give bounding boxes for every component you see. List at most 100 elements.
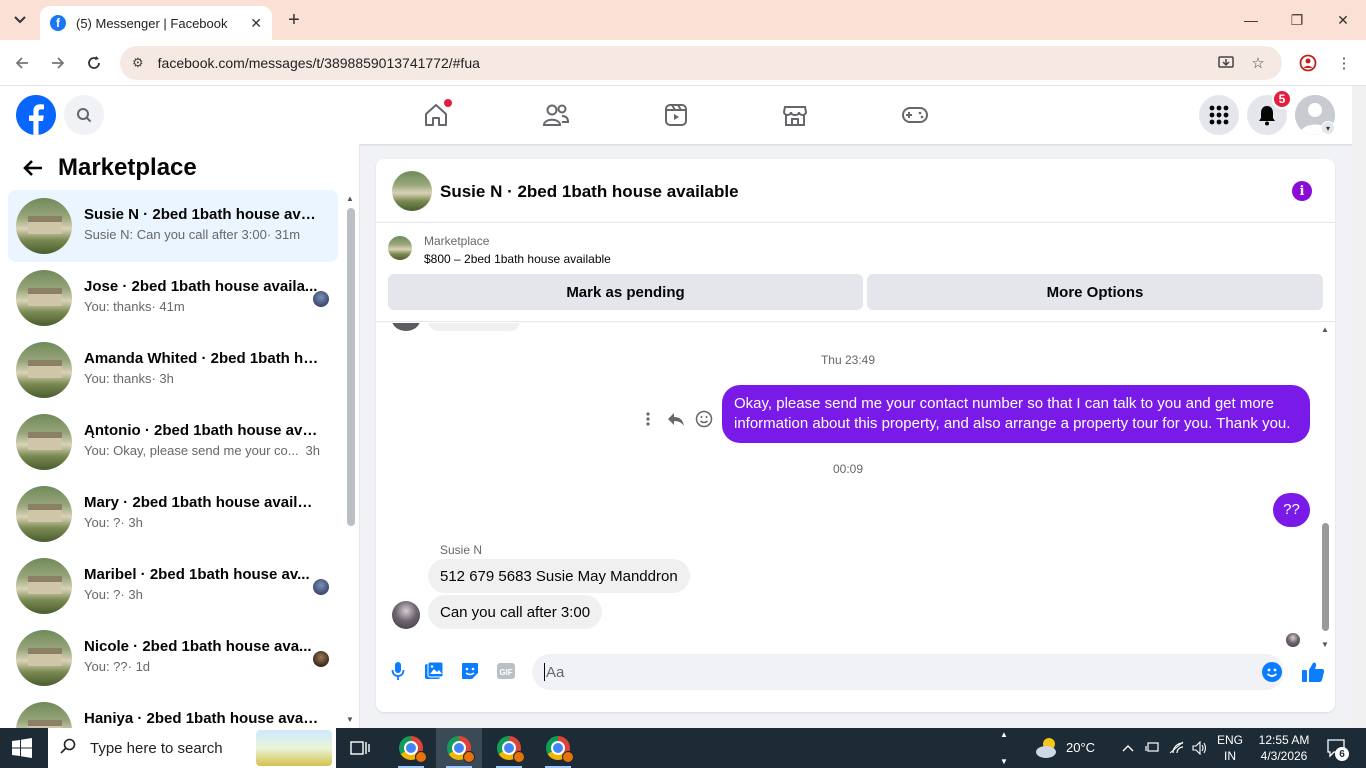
battery-icon[interactable]: [1144, 740, 1160, 756]
friends-icon[interactable]: [540, 99, 572, 131]
wifi-icon[interactable]: [1169, 740, 1185, 756]
weather-temperature[interactable]: 20°C: [1066, 740, 1095, 756]
clock-date: 4/3/2026: [1260, 749, 1308, 763]
outgoing-message[interactable]: ??: [1273, 493, 1310, 527]
action-center-badge: 6: [1335, 747, 1349, 761]
chat-scrollbar[interactable]: ▲ ▼: [1319, 325, 1331, 649]
install-app-icon[interactable]: [1214, 51, 1238, 75]
back-arrow-icon[interactable]: [18, 153, 48, 183]
account-chevron-icon[interactable]: ▾: [1321, 121, 1335, 135]
clock[interactable]: 12:55 AM 4/3/2026: [1252, 732, 1316, 764]
task-view-icon[interactable]: [350, 738, 370, 758]
more-actions-icon[interactable]: [634, 405, 662, 433]
forward-button[interactable]: [46, 51, 70, 75]
marketplace-icon[interactable]: [779, 99, 811, 131]
language-indicator[interactable]: ENG IN: [1214, 732, 1246, 764]
tab-search-chevron-icon[interactable]: [8, 8, 32, 32]
conversation-item[interactable]: Susie N · 2bed 1bath house avail... Susi…: [8, 190, 338, 262]
conversation-item[interactable]: Ąntonio · 2bed 1bath house avai... You: …: [8, 406, 338, 478]
url-text: facebook.com/messages/t/3898859013741772…: [157, 55, 480, 71]
react-emoji-icon[interactable]: [690, 405, 718, 433]
listing-thumbnail[interactable]: [388, 236, 412, 260]
sidebar-header: Marketplace: [0, 144, 359, 192]
mark-as-pending-button[interactable]: Mark as pending: [388, 274, 863, 310]
chrome-taskbar-icon[interactable]: [535, 728, 581, 768]
scroll-up-icon[interactable]: ▲: [1321, 325, 1329, 334]
conversation-name: Nicole · 2bed 1bath house ava...: [84, 638, 312, 655]
facebook-favicon-icon: f: [50, 15, 66, 31]
conversation-item[interactable]: Haniya · 2bed 1bath house avail...: [8, 694, 338, 728]
conversation-item[interactable]: Amanda Whited · 2bed 1bath ho... You: th…: [8, 334, 338, 406]
volume-icon[interactable]: [1192, 740, 1208, 756]
listing-thumbnail: [16, 702, 72, 728]
tab-close-icon[interactable]: ✕: [250, 15, 262, 32]
incoming-message[interactable]: Can you call after 3:00: [428, 595, 603, 629]
seen-avatar: [313, 651, 329, 667]
scroll-down-icon[interactable]: ▼: [346, 715, 354, 724]
windows-start-icon[interactable]: [12, 738, 32, 758]
restore-button[interactable]: ❐: [1282, 8, 1312, 32]
emoji-picker-icon[interactable]: [1262, 662, 1282, 682]
incoming-message[interactable]: 512 679 5683 Susie May Manddron: [428, 559, 690, 593]
more-options-button[interactable]: More Options: [867, 274, 1323, 310]
browser-menu-icon[interactable]: ⋮: [1332, 51, 1356, 75]
conversation-time: 3h: [305, 443, 320, 458]
taskbar-scroll-chevrons[interactable]: ▲ ▼: [998, 728, 1010, 768]
gaming-icon[interactable]: [899, 99, 931, 131]
page-scrollbar[interactable]: [1352, 86, 1366, 728]
browser-tab[interactable]: f (5) Messenger | Facebook ✕: [40, 6, 272, 40]
message-bubble-partial: [428, 323, 520, 331]
facebook-logo-icon[interactable]: [16, 95, 56, 135]
back-button[interactable]: [10, 51, 34, 75]
conversation-item[interactable]: Nicole · 2bed 1bath house ava... You: ??…: [8, 622, 338, 694]
microphone-icon[interactable]: [388, 661, 408, 681]
chat-title[interactable]: Susie N · 2bed 1bath house available: [440, 182, 739, 202]
chrome-taskbar-icon[interactable]: [436, 728, 482, 768]
text-caret: [544, 663, 545, 681]
listing-thumbnail: [16, 630, 72, 686]
chrome-taskbar-icon[interactable]: [486, 728, 532, 768]
reload-button[interactable]: [82, 51, 106, 75]
chat-scroll-thumb[interactable]: [1322, 523, 1329, 631]
sender-avatar[interactable]: [392, 601, 420, 629]
sender-name: Susie N: [440, 543, 483, 557]
bookmark-star-icon[interactable]: ☆: [1246, 51, 1270, 75]
home-notification-dot: [444, 99, 452, 107]
profile-icon[interactable]: [1296, 51, 1320, 75]
menu-grid-icon[interactable]: [1199, 95, 1239, 135]
taskbar-search-box[interactable]: Type here to search: [48, 728, 336, 768]
chat-avatar[interactable]: [392, 171, 432, 211]
thumbs-up-icon[interactable]: [1300, 659, 1326, 685]
watch-video-icon[interactable]: [660, 99, 692, 131]
sidebar-title: Marketplace: [58, 154, 197, 181]
address-bar[interactable]: ⚙ facebook.com/messages/t/38988590137417…: [120, 46, 1282, 80]
close-window-button[interactable]: ✕: [1328, 8, 1358, 32]
photo-attach-icon[interactable]: [424, 661, 444, 681]
conversation-item[interactable]: Mary · 2bed 1bath house available You: ?…: [8, 478, 338, 550]
listing-thumbnail: [16, 486, 72, 542]
conversation-item[interactable]: Jose · 2bed 1bath house availa... You: t…: [8, 262, 338, 334]
listing-price-title[interactable]: $800 – 2bed 1bath house available: [424, 252, 611, 266]
conversation-preview: You: ??: [84, 659, 128, 674]
reply-icon[interactable]: [662, 405, 690, 433]
sticker-icon[interactable]: [460, 661, 480, 681]
info-icon[interactable]: i: [1292, 181, 1312, 201]
weather-icon[interactable]: [1034, 736, 1060, 760]
scroll-up-icon[interactable]: ▲: [346, 194, 354, 203]
sidebar-scrollbar[interactable]: ▲ ▼: [344, 194, 356, 724]
message-input[interactable]: Aa: [532, 654, 1284, 690]
minimize-button[interactable]: —: [1236, 8, 1266, 32]
conversation-name: Haniya · 2bed 1bath house avail...: [84, 710, 320, 727]
facebook-header: 5 ▾: [0, 86, 1352, 144]
chrome-taskbar-icon[interactable]: [388, 728, 434, 768]
facebook-search-icon[interactable]: [64, 95, 104, 135]
show-hidden-icons-chevron[interactable]: [1120, 740, 1136, 756]
sidebar-scroll-thumb[interactable]: [347, 208, 355, 526]
site-settings-icon[interactable]: ⚙: [132, 55, 144, 71]
conversation-item[interactable]: Maribel · 2bed 1bath house av... You: ? ·…: [8, 550, 338, 622]
gif-icon[interactable]: GIF: [496, 661, 516, 681]
outgoing-message[interactable]: Okay, please send me your contact number…: [722, 385, 1310, 443]
scroll-down-icon[interactable]: ▼: [1321, 640, 1329, 649]
new-tab-button[interactable]: +: [282, 8, 306, 32]
conversation-name: Susie N · 2bed 1bath house avail...: [84, 206, 320, 223]
